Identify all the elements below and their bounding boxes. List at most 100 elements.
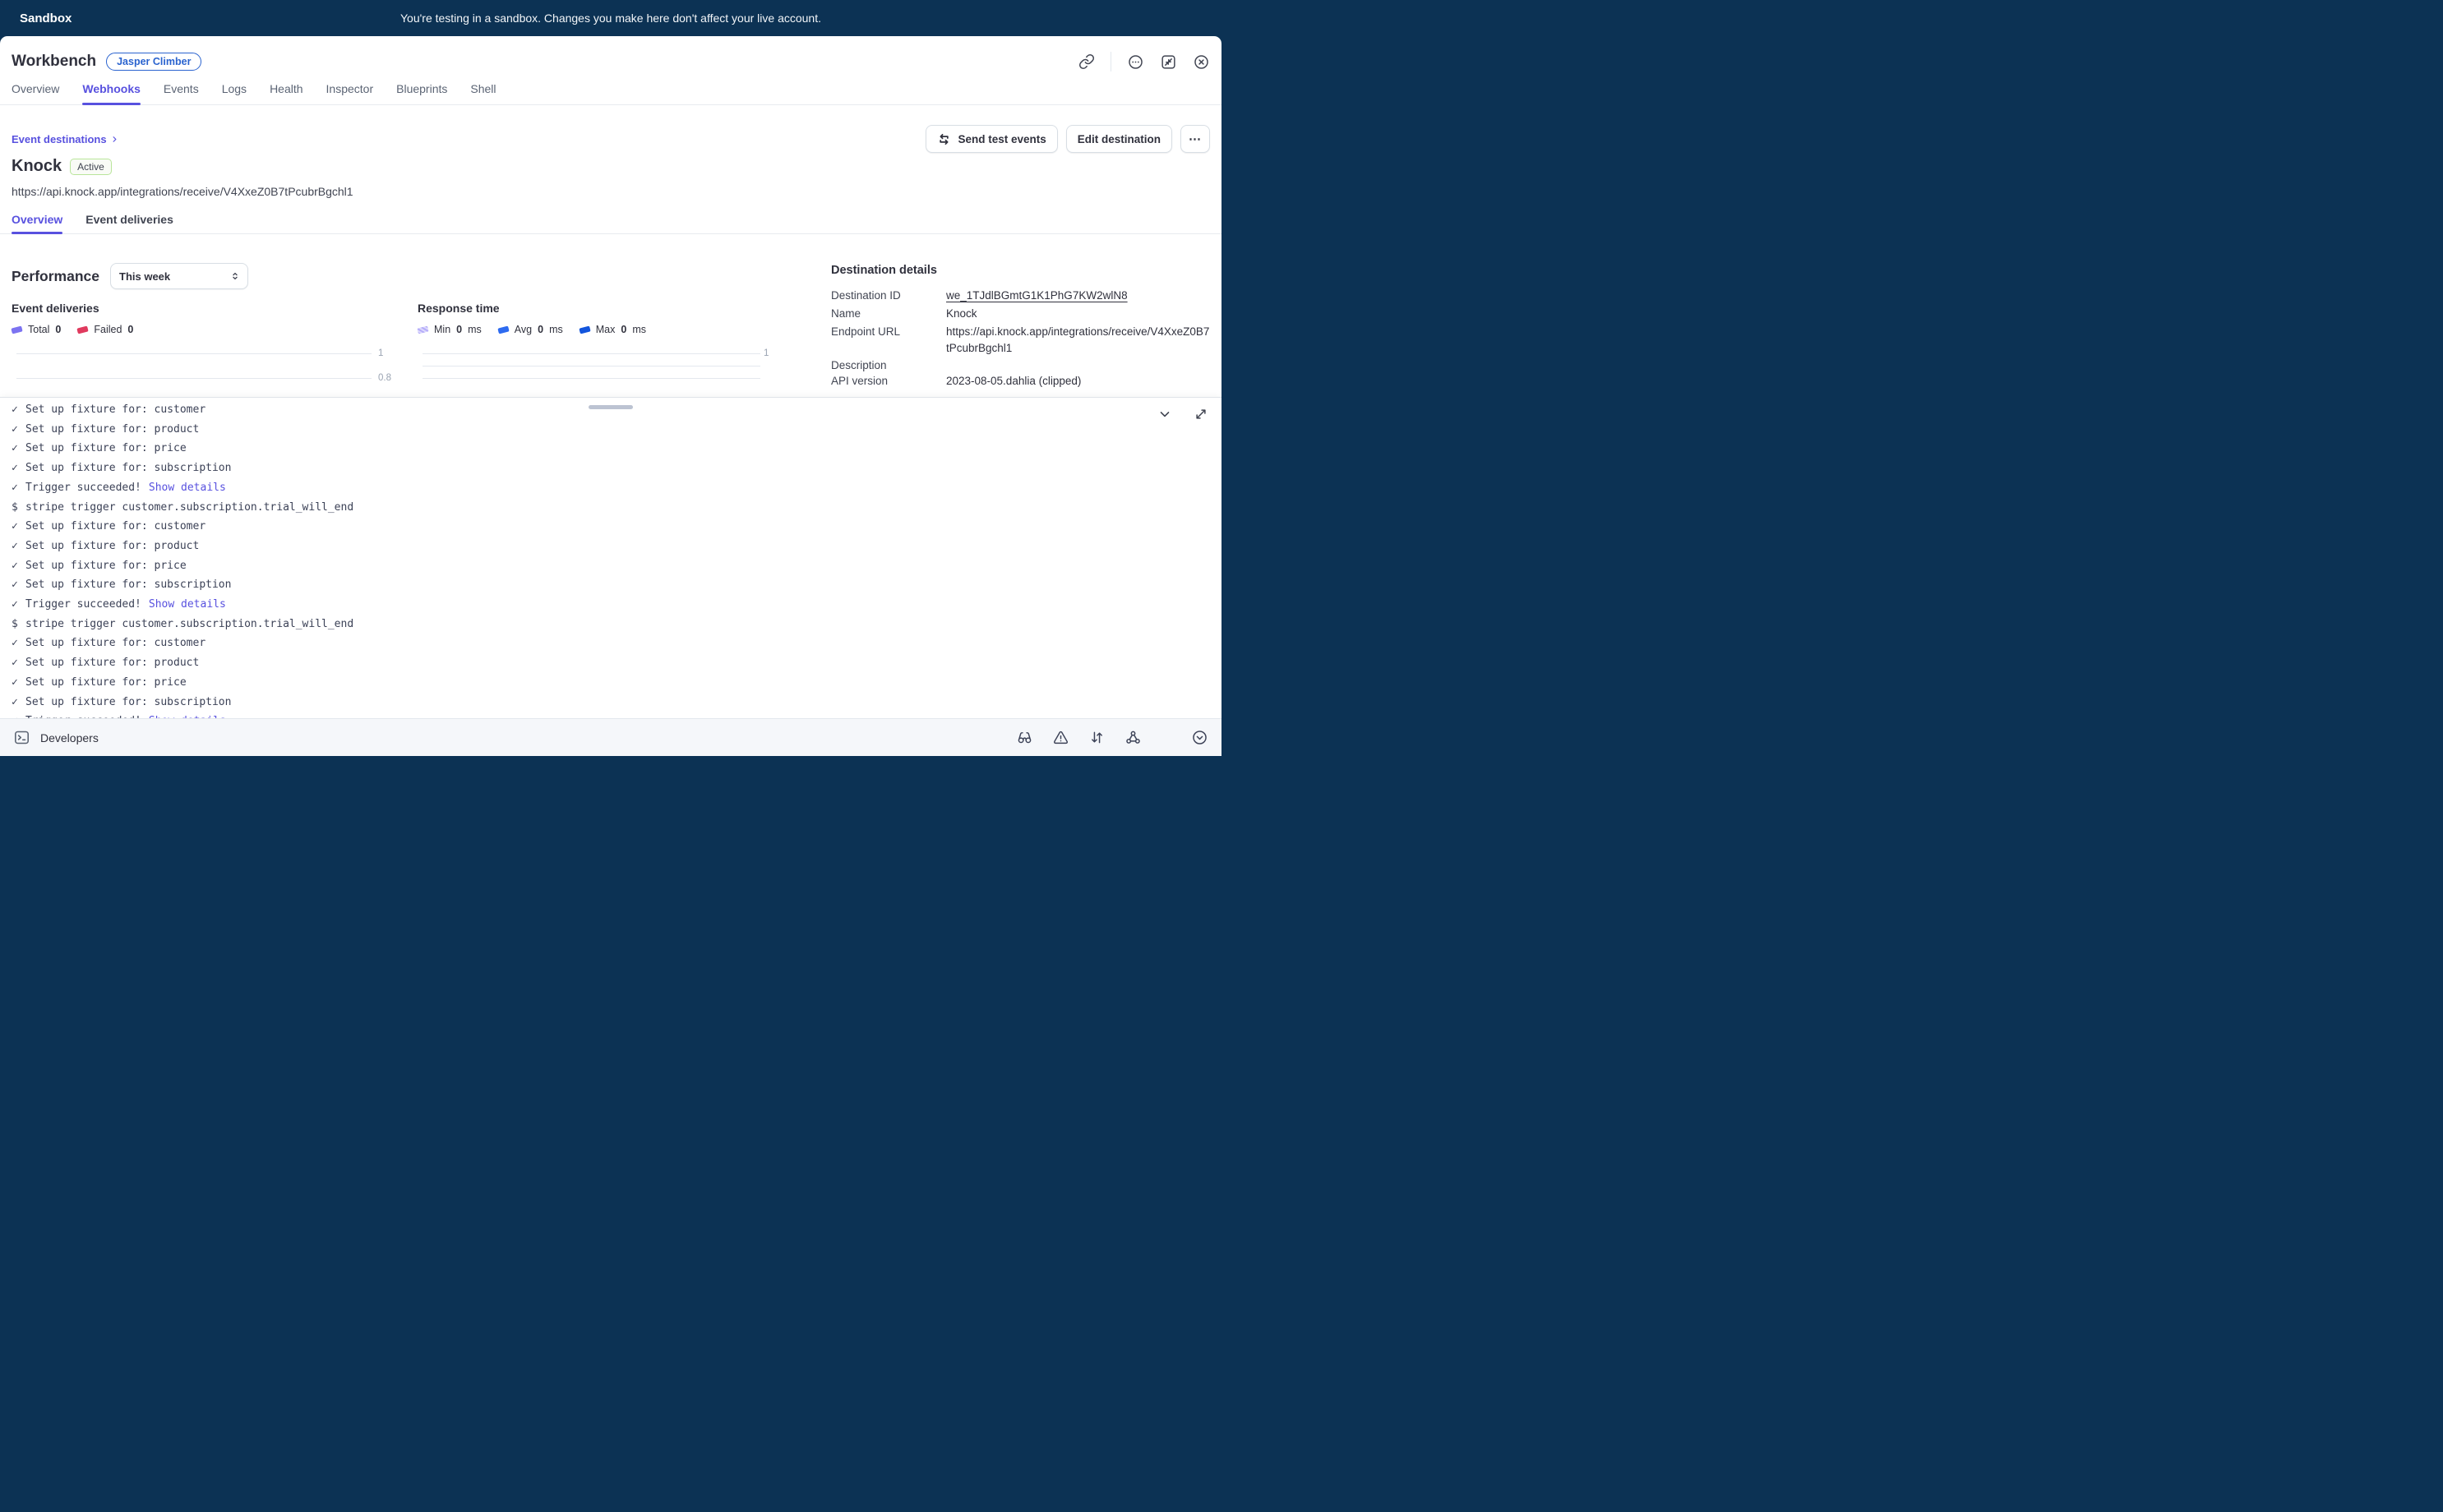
tab-health[interactable]: Health: [270, 82, 302, 104]
warning-triangle-icon[interactable]: [1052, 729, 1069, 746]
close-window-icon[interactable]: [1193, 53, 1210, 71]
destination-more-button[interactable]: ⋯: [1180, 125, 1210, 153]
detail-row-description: Description: [831, 358, 1210, 373]
terminal-expand-icon[interactable]: [1194, 407, 1208, 422]
page-title: Knock: [12, 157, 62, 176]
send-test-events-button[interactable]: Send test events: [926, 125, 1057, 153]
terminal-line: ✓Set up fixture for: subscription: [12, 693, 1210, 712]
legend-failed: Failed 0: [77, 324, 133, 335]
send-test-events-label: Send test events: [958, 133, 1046, 145]
workbench-card: Workbench Jasper Climber: [0, 36, 1222, 756]
max-swatch-icon: [579, 325, 590, 334]
edit-destination-button[interactable]: Edit destination: [1066, 125, 1172, 153]
sandbox-account-badge[interactable]: Jasper Climber: [106, 53, 201, 71]
failed-swatch-icon: [77, 325, 89, 334]
show-details-link[interactable]: Show details: [149, 598, 226, 611]
tab-shell[interactable]: Shell: [470, 82, 496, 104]
workbench-window: Sandbox You're testing in a sandbox. Cha…: [0, 0, 1222, 756]
breadcrumb-label: Event destinations: [12, 133, 107, 145]
swap-arrows-icon: [937, 132, 951, 146]
developers-toggle[interactable]: Developers: [13, 729, 99, 746]
destination-details-panel: Destination details Destination ID we_1T…: [831, 264, 1210, 391]
tab-blueprints[interactable]: Blueprints: [396, 82, 447, 104]
tab-inspector[interactable]: Inspector: [326, 82, 374, 104]
workbench-tab-bar: Overview Webhooks Events Logs Health Ins…: [0, 82, 1222, 105]
legend-total: Total 0: [12, 324, 61, 335]
breadcrumb[interactable]: Event destinations: [12, 133, 119, 145]
tab-logs[interactable]: Logs: [222, 82, 247, 104]
terminal-line: ✓Set up fixture for: product: [12, 537, 1210, 556]
tab-webhooks[interactable]: Webhooks: [82, 82, 141, 104]
subtab-overview[interactable]: Overview: [12, 213, 62, 233]
total-swatch-icon: [11, 325, 22, 334]
workbench-title: Workbench: [12, 53, 96, 71]
copy-link-icon[interactable]: [1078, 53, 1095, 70]
response-time-chart: Response time Min 0 ms A: [418, 302, 779, 391]
chevron-right-icon: [110, 134, 119, 144]
date-range-select[interactable]: This week: [110, 263, 248, 289]
detail-row-name: Name Knock: [831, 306, 1210, 322]
destination-id-link[interactable]: we_1TJdlBGmtG1K1PhG7KW2wlN8: [946, 288, 1128, 304]
sandbox-banner: Sandbox You're testing in a sandbox. Cha…: [0, 0, 1222, 36]
response-time-legend: Min 0 ms Avg 0 ms: [418, 324, 779, 335]
performance-heading: Performance: [12, 268, 99, 285]
tab-overview[interactable]: Overview: [12, 82, 59, 104]
terminal-line: ✓Set up fixture for: product: [12, 653, 1210, 673]
developers-label: Developers: [40, 731, 99, 744]
terminal-line: ✓Set up fixture for: subscription: [12, 459, 1210, 478]
detail-row-endpoint-url: Endpoint URL https://api.knock.app/integ…: [831, 324, 1210, 357]
webhook-icon[interactable]: [1125, 729, 1142, 746]
event-deliveries-chart-title: Event deliveries: [12, 302, 398, 315]
more-options-icon[interactable]: [1127, 53, 1144, 71]
developers-bar: Developers: [0, 718, 1222, 756]
min-swatch-icon: [417, 325, 428, 334]
subtab-event-deliveries[interactable]: Event deliveries: [85, 213, 173, 233]
workbench-header: Workbench Jasper Climber: [0, 36, 1222, 76]
edit-destination-label: Edit destination: [1078, 133, 1161, 145]
destination-details-heading: Destination details: [831, 264, 1210, 277]
event-deliveries-chart: Event deliveries Total 0 Failed: [12, 302, 398, 391]
terminal-line: ✓Set up fixture for: customer: [12, 634, 1210, 653]
terminal-line: ✓Set up fixture for: price: [12, 673, 1210, 693]
terminal-line: ✓Trigger succeeded!Show details: [12, 478, 1210, 498]
legend-avg: Avg 0 ms: [498, 324, 563, 335]
terminal-line: ✓Trigger succeeded!Show details: [12, 595, 1210, 615]
terminal-line: ✓Set up fixture for: price: [12, 439, 1210, 459]
terminal-line: ✓Set up fixture for: product: [12, 420, 1210, 440]
sandbox-brand: Sandbox: [20, 12, 72, 25]
detail-row-api-version: API version 2023-08-05.dahlia (clipped): [831, 373, 1210, 390]
ytick-1: 1: [764, 348, 769, 358]
arrows-down-up-icon[interactable]: [1088, 729, 1106, 746]
updown-chevrons-icon: [229, 270, 241, 282]
terminal-line: ✓Set up fixture for: customer: [12, 517, 1210, 537]
terminal-output[interactable]: ✓Set up fixture for: customer ✓Set up fi…: [0, 398, 1222, 721]
terminal-collapse-chevron-icon[interactable]: [1157, 407, 1172, 422]
developers-terminal-panel[interactable]: ✓Set up fixture for: customer ✓Set up fi…: [0, 397, 1222, 718]
chevron-down-circle-icon[interactable]: [1191, 729, 1208, 746]
legend-min: Min 0 ms: [418, 324, 482, 335]
collapse-window-icon[interactable]: [1160, 53, 1177, 71]
event-deliveries-legend: Total 0 Failed 0: [12, 324, 398, 335]
terminal-line: ✓Set up fixture for: price: [12, 556, 1210, 576]
terminal-command-line: $stripe trigger customer.subscription.tr…: [12, 615, 1210, 634]
event-deliveries-plot: 1 0.8: [12, 353, 398, 391]
ytick-1: 1: [378, 348, 383, 358]
response-time-chart-title: Response time: [418, 302, 779, 315]
date-range-value: This week: [119, 270, 170, 283]
terminal-command-line: $stripe trigger customer.subscription.tr…: [12, 498, 1210, 518]
legend-max: Max 0 ms: [580, 324, 646, 335]
destination-tab-bar: Overview Event deliveries: [0, 213, 1222, 234]
avg-swatch-icon: [497, 325, 509, 334]
ytick-0-8: 0.8: [378, 373, 391, 383]
endpoint-url-text: https://api.knock.app/integrations/recei…: [12, 185, 1210, 198]
terminal-drag-handle[interactable]: [589, 405, 633, 409]
tab-events[interactable]: Events: [164, 82, 199, 104]
inspector-binoculars-icon[interactable]: [1016, 729, 1033, 746]
terminal-line: ✓Set up fixture for: subscription: [12, 575, 1210, 595]
terminal-line: ✓Set up fixture for: customer: [12, 400, 1210, 420]
destination-page: Event destinations Send test events Edit: [0, 125, 1222, 391]
response-time-plot: 1: [418, 353, 779, 391]
status-badge: Active: [70, 159, 112, 175]
show-details-link[interactable]: Show details: [149, 482, 226, 494]
terminal-prompt-icon: [13, 729, 30, 746]
